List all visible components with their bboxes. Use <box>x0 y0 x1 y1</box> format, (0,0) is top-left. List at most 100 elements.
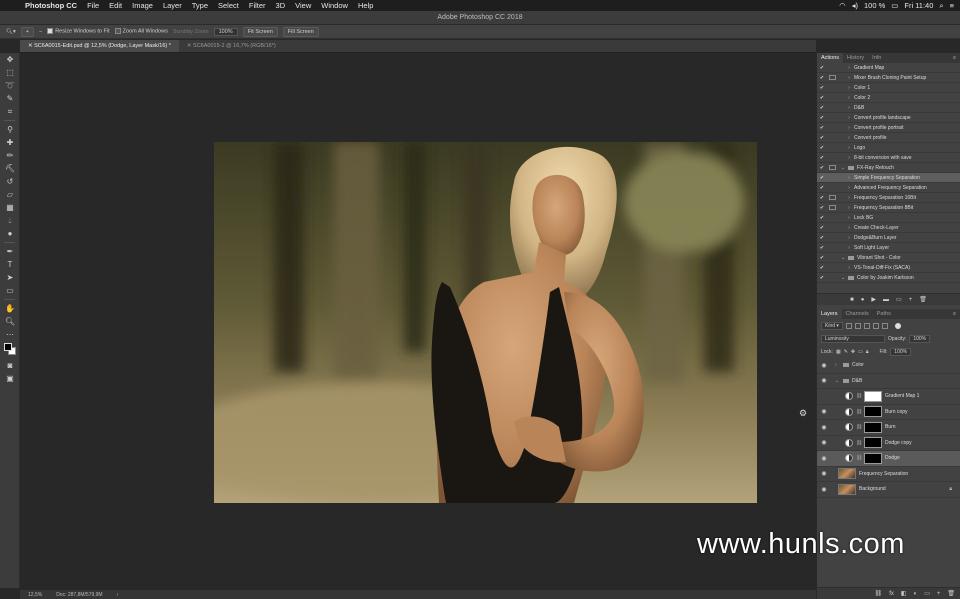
action-row[interactable]: ✔ › VS-Tonal-Diff-Fix (SACA) <box>817 263 960 273</box>
checkmark-icon[interactable]: ✔ <box>817 105 827 111</box>
tab-info[interactable]: Info <box>868 53 885 63</box>
chevron-right-icon[interactable]: › <box>844 155 854 161</box>
dialog-toggle-icon[interactable] <box>829 95 836 100</box>
menu-layer[interactable]: Layer <box>158 1 187 10</box>
link-icon[interactable]: ⛓ <box>856 409 862 415</box>
clone-stamp-tool-icon[interactable]: ⛏ <box>0 162 20 175</box>
chevron-right-icon[interactable]: › <box>844 195 854 201</box>
action-row[interactable]: ✔ › Color 1 <box>817 83 960 93</box>
dialog-toggle-icon[interactable] <box>829 265 836 270</box>
chevron-down-icon[interactable]: ⌄ <box>838 255 848 261</box>
chevron-right-icon[interactable]: › <box>844 115 854 121</box>
menu-select[interactable]: Select <box>213 1 244 10</box>
layer-row[interactable]: ◉ Frequency Separation <box>817 467 960 482</box>
action-row[interactable]: ✔ › Simple Frequency Separation <box>817 173 960 183</box>
link-icon[interactable]: ⛓ <box>856 455 862 461</box>
layer-row[interactable]: ◉ ⛓ Burn <box>817 420 960 436</box>
menu-photoshop[interactable]: Photoshop CC <box>20 1 82 10</box>
stop-icon[interactable]: ■ <box>850 297 854 303</box>
chevron-right-icon[interactable]: › <box>844 235 854 241</box>
action-row[interactable]: ✔ › Logo <box>817 143 960 153</box>
action-row[interactable]: ✔ › Soft Light Layer <box>817 243 960 253</box>
eye-icon[interactable]: ◉ <box>817 439 831 446</box>
document-photo[interactable] <box>214 142 757 503</box>
eraser-tool-icon[interactable]: ▱ <box>0 188 20 201</box>
checkmark-icon[interactable]: ✔ <box>817 65 827 71</box>
adjustment-filter-icon[interactable] <box>854 322 861 329</box>
battery-icon[interactable]: ▭ <box>891 1 898 10</box>
chevron-down-icon[interactable]: ⌄ <box>838 165 848 171</box>
quick-select-tool-icon[interactable]: ✎ <box>0 92 20 105</box>
panel-menu-icon[interactable]: ≡ <box>953 311 960 317</box>
add-icon[interactable]: + <box>909 297 913 303</box>
layer-row[interactable]: ◉ ⌄ D&B <box>817 374 960 389</box>
lock-position-icon[interactable]: ✥ <box>851 349 855 355</box>
dialog-toggle-icon[interactable] <box>829 85 836 90</box>
layer-thumbnail[interactable] <box>838 483 856 495</box>
scrubby-zoom-checkbox[interactable]: Scrubby Zoom <box>173 29 209 35</box>
eye-icon[interactable]: ◉ <box>817 424 831 431</box>
chevron-right-icon[interactable]: › <box>844 95 854 101</box>
layer-row[interactable]: ◉ › Color <box>817 358 960 374</box>
action-row[interactable]: ✔ › Gradient Map <box>817 63 960 73</box>
menu-3d[interactable]: 3D <box>271 1 291 10</box>
layer-mask-thumbnail[interactable] <box>864 421 882 433</box>
lock-transparent-icon[interactable]: ▦ <box>836 349 841 355</box>
checkmark-icon[interactable]: ✔ <box>817 115 827 121</box>
checkmark-icon[interactable]: ✔ <box>817 265 827 271</box>
record-icon[interactable]: ● <box>861 297 865 303</box>
menu-view[interactable]: View <box>290 1 316 10</box>
checkmark-icon[interactable]: ✔ <box>817 75 827 81</box>
dialog-toggle-icon[interactable] <box>829 145 836 150</box>
chevron-right-icon[interactable]: › <box>844 65 854 71</box>
move-tool-icon[interactable]: ✥ <box>0 53 20 66</box>
pixel-filter-icon[interactable] <box>845 322 852 329</box>
zoom-in-mode-icon[interactable]: + <box>20 26 34 37</box>
screen-mode-icon[interactable]: ▣ <box>0 372 20 385</box>
pen-tool-icon[interactable]: ✒ <box>0 245 20 258</box>
spotlight-icon[interactable]: ⌕ <box>939 1 943 11</box>
play-icon[interactable]: ▶ <box>871 296 876 303</box>
status-menu-icon[interactable]: › <box>117 592 119 598</box>
eyedropper-tool-icon[interactable]: ⚲ <box>0 123 20 136</box>
action-row[interactable]: ✔ › Create Check-Layer <box>817 223 960 233</box>
dialog-toggle-icon[interactable] <box>829 185 836 190</box>
new-action-icon[interactable]: ▭ <box>896 296 902 303</box>
action-row[interactable]: ✔ › Convert profile portrait <box>817 123 960 133</box>
trash-icon[interactable]: 🗑 <box>947 590 955 597</box>
dialog-toggle-icon[interactable] <box>829 245 836 250</box>
notification-center-icon[interactable]: ≡ <box>950 1 954 10</box>
checkmark-icon[interactable]: ✔ <box>817 135 827 141</box>
new-set-icon[interactable]: ▬ <box>883 297 889 303</box>
checkmark-icon[interactable]: ✔ <box>817 165 827 171</box>
marquee-tool-icon[interactable]: ⬚ <box>0 66 20 79</box>
chevron-right-icon[interactable]: › <box>844 215 854 221</box>
layer-kind-filter[interactable]: Kind ▾ <box>821 321 843 330</box>
chevron-down-icon[interactable]: ⌄ <box>835 378 843 384</box>
layer-row[interactable]: ◉ Background 🔒︎ <box>817 482 960 498</box>
chevron-right-icon[interactable]: › <box>844 185 854 191</box>
checkmark-icon[interactable]: ✔ <box>817 235 827 241</box>
panel-menu-icon[interactable]: ≡ <box>953 55 960 61</box>
tab-layers[interactable]: Layers <box>817 309 842 319</box>
zoom-tool-icon[interactable]: 🔍︎ <box>0 315 20 328</box>
eye-icon[interactable]: ◉ <box>817 486 831 493</box>
tab-actions[interactable]: Actions <box>817 53 844 63</box>
action-row[interactable]: ✔ › Frequency Separation 8Bit <box>817 203 960 213</box>
path-select-tool-icon[interactable]: ➤ <box>0 271 20 284</box>
dialog-toggle-icon[interactable] <box>829 215 836 220</box>
link-icon[interactable]: ⛓ <box>856 424 862 430</box>
checkmark-icon[interactable]: ✔ <box>817 275 827 281</box>
crop-tool-icon[interactable]: ⌗ <box>0 105 20 118</box>
checkmark-icon[interactable]: ✔ <box>817 145 827 151</box>
tab-document-2[interactable]: ✕ SC6A0015-2 @ 16,7% (RGB/16*) <box>179 40 284 52</box>
menu-filter[interactable]: Filter <box>244 1 271 10</box>
blend-mode-select[interactable]: Luminosity <box>821 334 885 343</box>
checkmark-icon[interactable]: ✔ <box>817 255 827 261</box>
checkmark-icon[interactable]: ✔ <box>817 175 827 181</box>
chevron-right-icon[interactable]: › <box>844 125 854 131</box>
filter-toggle[interactable] <box>894 322 901 329</box>
checkmark-icon[interactable]: ✔ <box>817 125 827 131</box>
action-row[interactable]: ✔ › 8-bit conversion with save <box>817 153 960 163</box>
dialog-toggle-icon[interactable] <box>829 65 836 70</box>
